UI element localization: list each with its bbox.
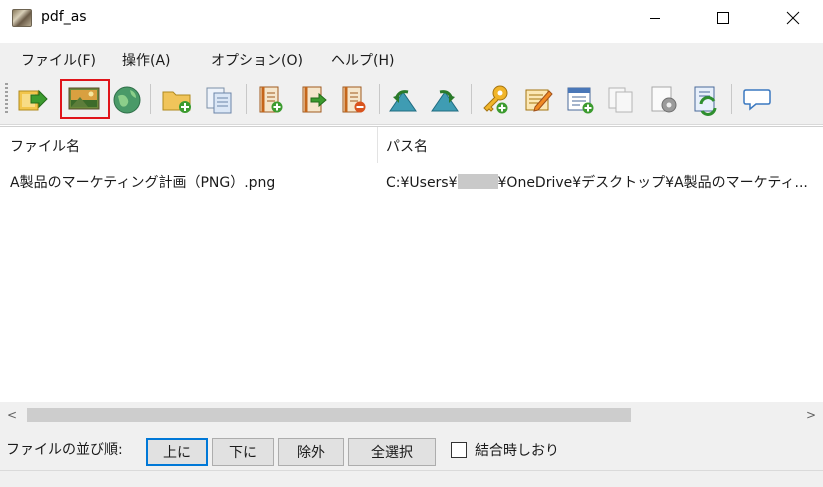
edit-button[interactable]: [521, 82, 555, 116]
duplicate-button[interactable]: [604, 82, 638, 116]
menu-operation[interactable]: 操作(A): [122, 50, 171, 70]
window-title: pdf_as: [41, 9, 87, 25]
page-remove-icon: [342, 86, 366, 113]
image-button[interactable]: [60, 79, 110, 119]
minimize-button[interactable]: [632, 0, 678, 36]
minimize-icon: [650, 18, 660, 19]
settings-page-icon: [651, 86, 677, 113]
column-header-filename[interactable]: ファイル名: [10, 127, 80, 163]
redacted-username: [457, 174, 498, 189]
export-arrow-icon: [18, 89, 48, 111]
page-insert-icon: [259, 86, 283, 113]
copy-pages-icon: [206, 87, 232, 114]
column-divider[interactable]: [377, 127, 378, 163]
page-remove-button[interactable]: [337, 82, 371, 116]
column-header-path[interactable]: パス名: [386, 127, 428, 163]
toolbar-separator: [246, 84, 247, 114]
copy-pages-button[interactable]: [202, 82, 236, 116]
key-icon: [483, 85, 508, 114]
menu-options[interactable]: オプション(O): [211, 50, 303, 70]
app-icon: [12, 9, 32, 27]
rotate-left-icon: [389, 90, 417, 112]
folder-add-button[interactable]: [160, 82, 194, 116]
rotate-right-icon: [431, 90, 459, 112]
scrollbar-thumb[interactable]: [27, 408, 631, 422]
order-controls: ファイルの並び順: 上に 下に 除外 全選択 結合時しおり: [0, 428, 823, 470]
comment-button[interactable]: [740, 82, 774, 116]
toolbar-grip[interactable]: [5, 83, 8, 113]
image-icon: [68, 87, 100, 110]
row-filename[interactable]: A製品のマーケティング計画（PNG）.png: [10, 172, 275, 192]
toolbar-separator: [731, 84, 732, 114]
status-bar: [0, 470, 823, 487]
maximize-button[interactable]: [700, 0, 746, 36]
key-button[interactable]: [478, 82, 512, 116]
duplicate-icon: [608, 87, 633, 113]
export-button[interactable]: [15, 82, 49, 116]
form-add-icon: [567, 87, 594, 114]
menu-help[interactable]: ヘルプ(H): [331, 50, 394, 70]
remove-button[interactable]: 除外: [278, 438, 344, 466]
globe-icon: [113, 86, 141, 114]
menu-bar: ファイル(F) 操作(A) オプション(O) ヘルプ(H): [0, 43, 823, 73]
scroll-left-button[interactable]: <: [0, 402, 24, 428]
move-down-button[interactable]: 下に: [212, 438, 274, 466]
folder-add-icon: [162, 91, 191, 113]
bookmark-checkbox[interactable]: [451, 442, 467, 458]
refresh-page-icon: [694, 86, 717, 116]
close-button[interactable]: [770, 0, 816, 36]
select-all-button[interactable]: 全選択: [348, 438, 436, 466]
comment-icon: [743, 89, 771, 111]
order-label: ファイルの並び順:: [6, 442, 123, 458]
horizontal-scrollbar[interactable]: < >: [0, 402, 823, 428]
globe-button[interactable]: [110, 82, 144, 116]
path-suffix: ¥OneDrive¥デスクトップ¥A製品のマーケティ...: [497, 175, 808, 191]
rotate-left-button[interactable]: [386, 82, 420, 116]
file-list[interactable]: ファイル名 パス名 A製品のマーケティング計画（PNG）.png C:¥User…: [0, 126, 823, 428]
maximize-icon: [717, 12, 729, 24]
menu-file[interactable]: ファイル(F): [21, 50, 96, 70]
page-insert-button[interactable]: [254, 82, 288, 116]
toolbar-separator: [379, 84, 380, 114]
page-move-icon: [302, 86, 327, 113]
title-bar: pdf_as: [0, 0, 823, 36]
form-add-button[interactable]: [563, 82, 597, 116]
rotate-right-button[interactable]: [428, 82, 462, 116]
toolbar: [0, 73, 823, 125]
toolbar-separator: [471, 84, 472, 114]
bookmark-checkbox-label[interactable]: 結合時しおり: [475, 440, 559, 460]
toolbar-separator: [150, 84, 151, 114]
scroll-right-button[interactable]: >: [799, 402, 823, 428]
move-up-button[interactable]: 上に: [146, 438, 208, 466]
path-prefix: C:¥Users¥: [386, 175, 458, 191]
close-icon: [786, 11, 800, 25]
settings-page-button[interactable]: [647, 82, 681, 116]
edit-icon: [525, 89, 553, 112]
row-path[interactable]: C:¥Users¥ ¥OneDrive¥デスクトップ¥A製品のマーケティ...: [386, 172, 808, 192]
page-move-button[interactable]: [297, 82, 331, 116]
refresh-page-button[interactable]: [689, 82, 723, 116]
